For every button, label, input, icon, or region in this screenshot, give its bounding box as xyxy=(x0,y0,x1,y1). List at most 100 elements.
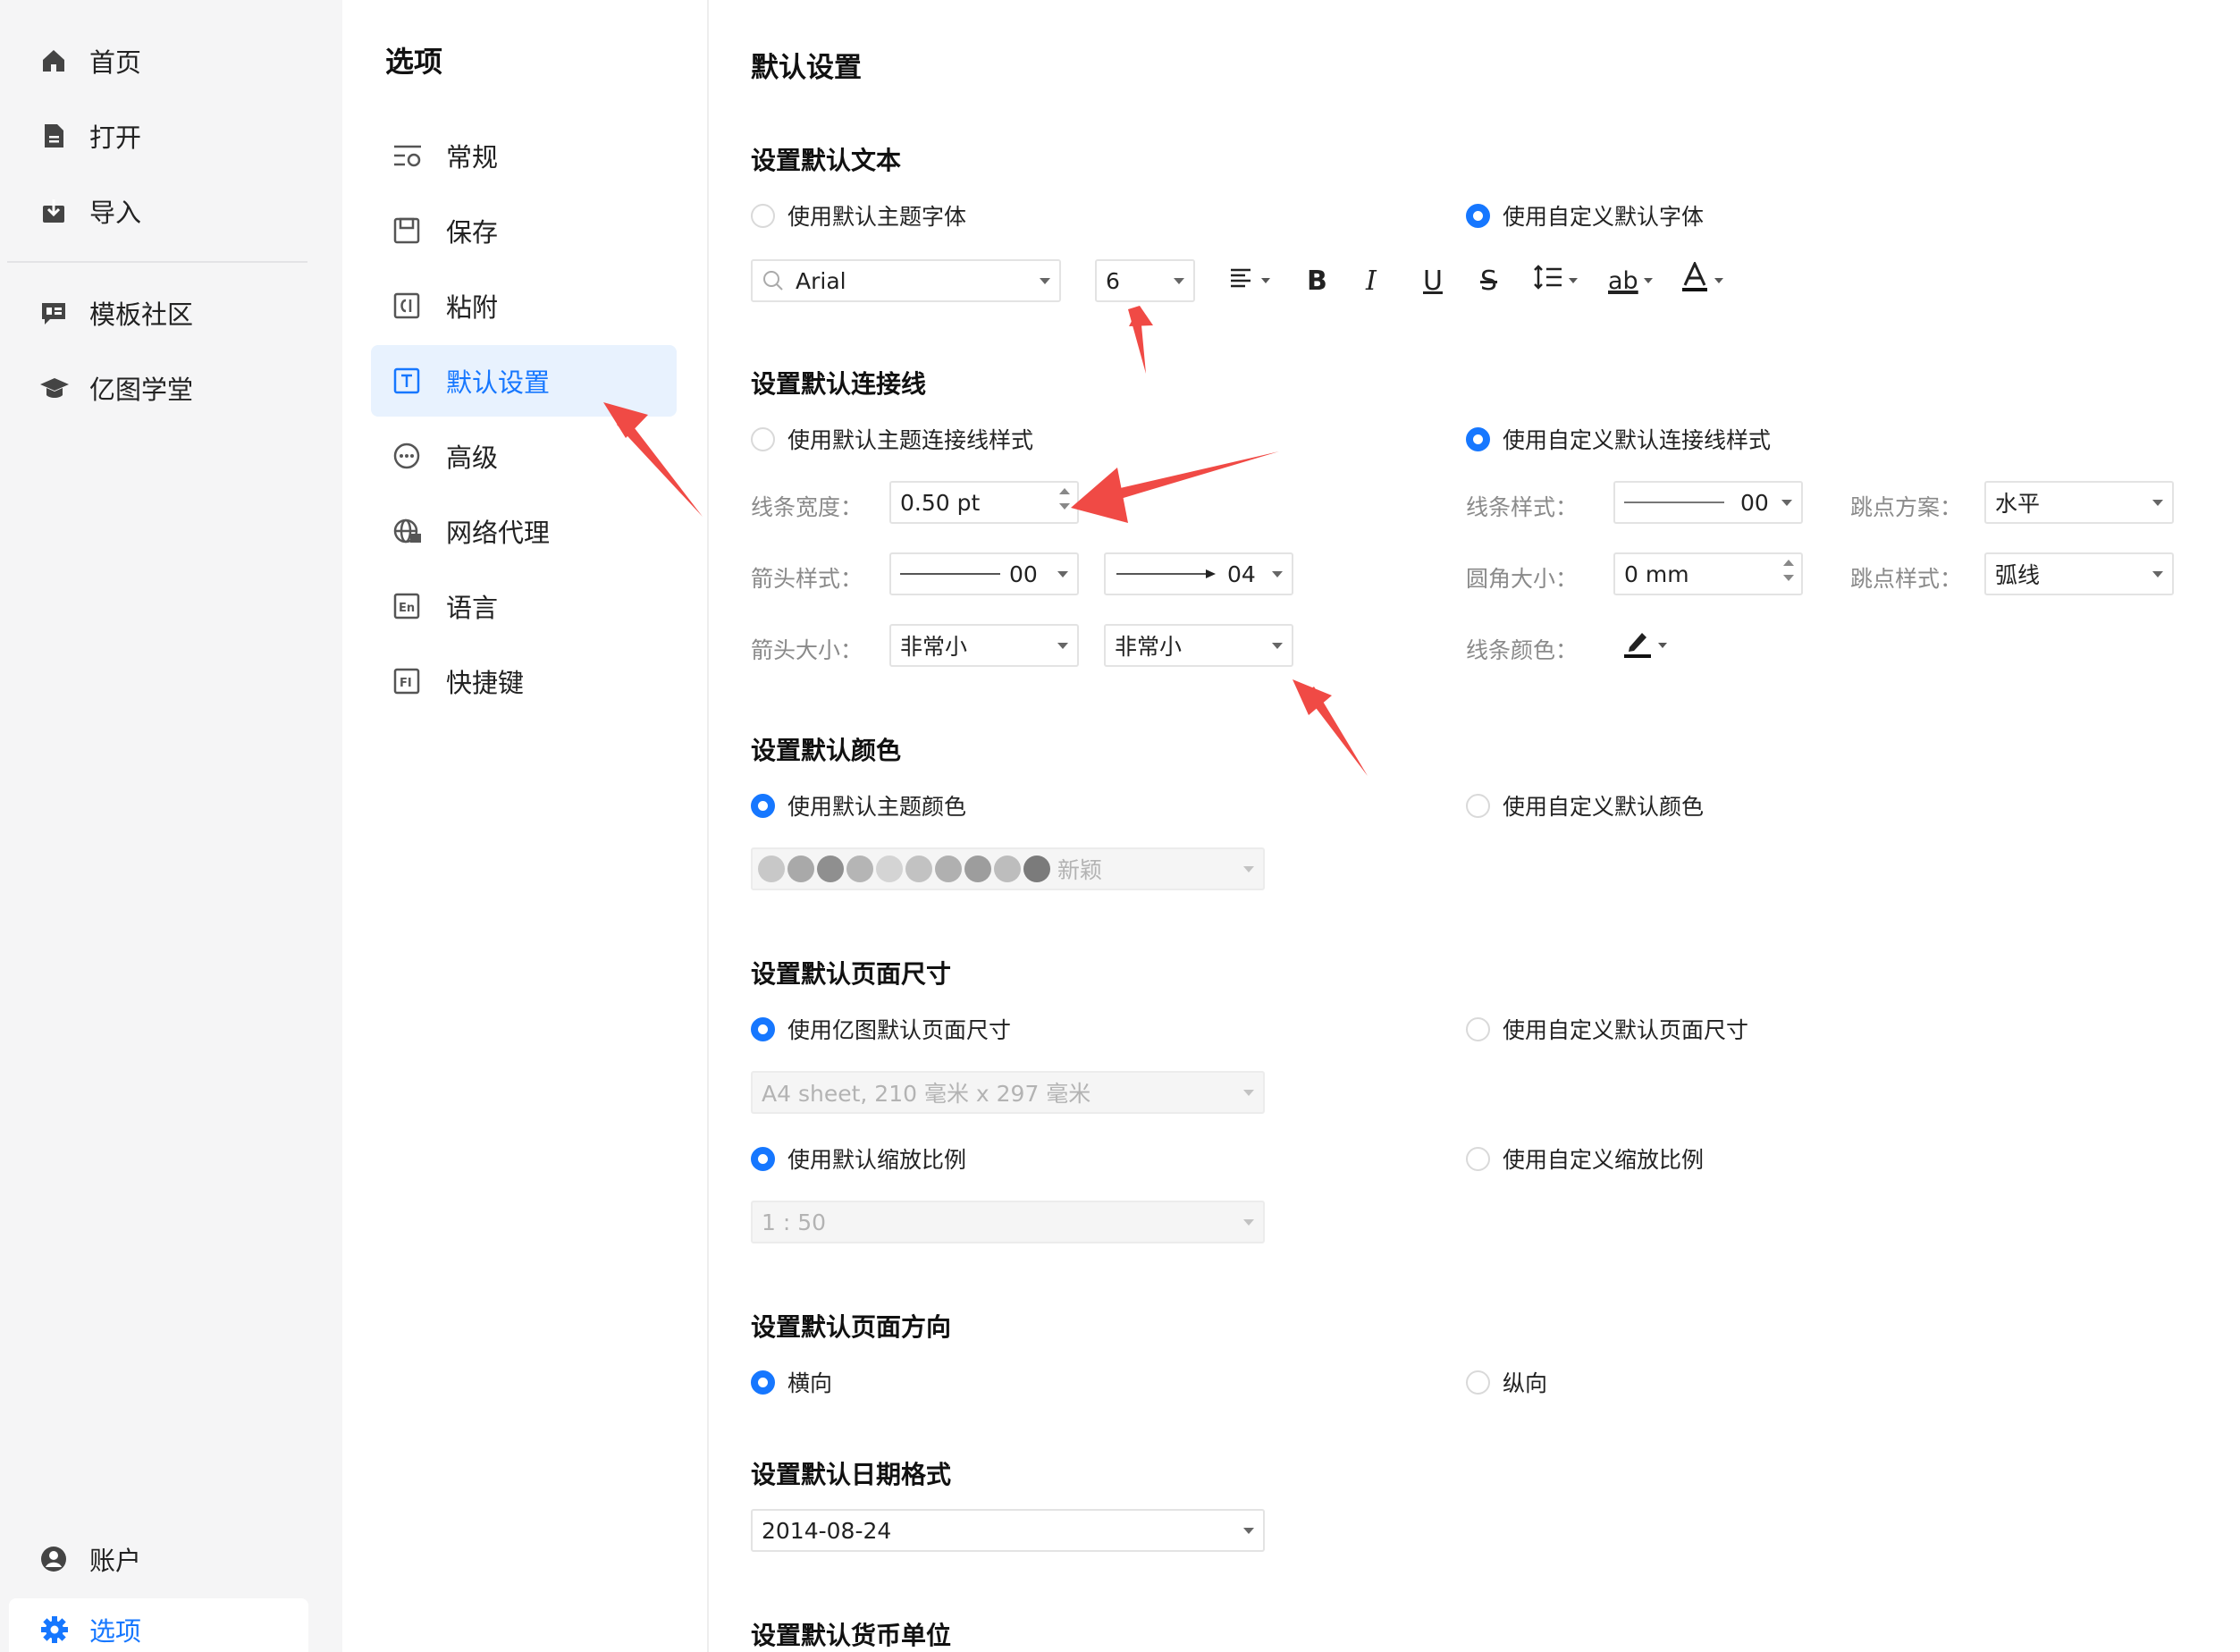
chevron-down-icon xyxy=(2152,571,2163,577)
radio-custom-color[interactable]: 使用自定义默认颜色 xyxy=(1466,789,1704,822)
radio-default-page-size-label: 使用亿图默认页面尺寸 xyxy=(787,1017,1012,1043)
color-swatch xyxy=(787,856,814,882)
menu-item-snap[interactable]: 粘附 xyxy=(371,270,677,341)
options-menu: 选项 常规 保存 粘附 默认设置 高级 网络代理 En 语言 FI 快捷键 xyxy=(342,0,709,1652)
spinner-arrows-icon[interactable] xyxy=(1783,560,1794,581)
line-preview-icon xyxy=(900,573,1000,575)
radio-theme-connector[interactable]: 使用默认主题连接线样式 xyxy=(751,423,1033,455)
line-style-select[interactable]: 00 xyxy=(1613,481,1803,524)
menu-item-default-settings-label: 默认设置 xyxy=(446,367,551,398)
menu-item-shortcuts[interactable]: FI 快捷键 xyxy=(371,645,677,717)
section-default-text: 设置默认文本 xyxy=(751,146,902,175)
radio-custom-font[interactable]: 使用自定义默认字体 xyxy=(1466,199,1704,232)
chevron-down-icon xyxy=(1272,571,1283,577)
radio-custom-page-size[interactable]: 使用自定义默认页面尺寸 xyxy=(1466,1013,1748,1045)
chevron-down-icon xyxy=(1057,643,1068,649)
language-icon: En xyxy=(392,588,446,624)
color-swatch xyxy=(758,856,785,882)
font-color-button[interactable] xyxy=(1680,259,1723,302)
section-default-page-size: 设置默认页面尺寸 xyxy=(751,959,952,989)
line-color-button[interactable] xyxy=(1622,628,1667,663)
left-navigation: 首页 打开 导入 模板社区 亿图学堂 账户 选项 xyxy=(0,0,342,1652)
line-width-input[interactable]: 0.50 pt xyxy=(889,481,1079,524)
spinner-arrows-icon[interactable] xyxy=(1059,488,1070,510)
line-spacing-button[interactable] xyxy=(1533,259,1578,302)
font-size-select[interactable]: 6 xyxy=(1095,259,1195,302)
radio-theme-color[interactable]: 使用默认主题颜色 xyxy=(751,789,966,822)
nav-options[interactable]: 选项 xyxy=(9,1598,308,1652)
arrow-size-end-select[interactable]: 非常小 xyxy=(1104,624,1293,667)
italic-button[interactable]: I xyxy=(1366,259,1377,302)
chevron-down-icon xyxy=(1174,278,1184,284)
radio-theme-font[interactable]: 使用默认主题字体 xyxy=(751,199,966,232)
nav-open-label: 打开 xyxy=(89,122,142,153)
color-swatches xyxy=(758,856,1050,882)
nav-open[interactable]: 打开 xyxy=(9,100,308,172)
bold-button[interactable]: B xyxy=(1307,259,1327,302)
jump-scheme-select[interactable]: 水平 xyxy=(1984,481,2174,524)
underline-button[interactable]: U xyxy=(1423,259,1443,302)
scale-select[interactable]: 1 : 50 xyxy=(751,1201,1265,1243)
nav-home[interactable]: 首页 xyxy=(9,25,308,97)
text-box-icon xyxy=(392,363,446,399)
text-highlight-button[interactable]: ab xyxy=(1608,259,1653,302)
radio-landscape[interactable]: 横向 xyxy=(751,1366,832,1398)
nav-account-label: 账户 xyxy=(89,1546,142,1576)
radio-portrait-label: 纵向 xyxy=(1503,1370,1548,1396)
radio-custom-page-size-label: 使用自定义默认页面尺寸 xyxy=(1503,1017,1749,1043)
line-style-value: 00 xyxy=(1740,489,1769,516)
color-swatch xyxy=(876,856,903,882)
nav-home-label: 首页 xyxy=(89,47,142,78)
color-swatch xyxy=(846,856,873,882)
nav-academy[interactable]: 亿图学堂 xyxy=(9,352,308,424)
chevron-down-icon xyxy=(1272,643,1283,649)
radio-dot xyxy=(751,203,775,228)
radio-dot-selected xyxy=(751,1370,775,1395)
radio-custom-connector[interactable]: 使用自定义默认连接线样式 xyxy=(1466,423,1771,455)
jump-style-select[interactable]: 弧线 xyxy=(1984,552,2174,595)
radio-default-scale[interactable]: 使用默认缩放比例 xyxy=(751,1142,966,1175)
menu-item-default-settings[interactable]: 默认设置 xyxy=(371,345,677,417)
home-icon xyxy=(39,43,89,79)
nav-import[interactable]: 导入 xyxy=(9,175,308,247)
section-default-color: 设置默认颜色 xyxy=(751,736,902,765)
color-palette-select[interactable]: 新颖 xyxy=(751,847,1265,890)
page-size-select[interactable]: A4 sheet, 210 毫米 x 297 毫米 xyxy=(751,1071,1265,1114)
menu-item-save[interactable]: 保存 xyxy=(371,195,677,266)
arrow-end-select[interactable]: 04 xyxy=(1104,552,1293,595)
svg-text:FI: FI xyxy=(400,677,412,690)
italic-icon: I xyxy=(1366,265,1377,297)
arrow-end-value: 04 xyxy=(1227,560,1256,587)
arrow-start-select[interactable]: 00 xyxy=(889,552,1079,595)
line-color-label: 线条颜色： xyxy=(1466,637,1579,663)
menu-item-advanced[interactable]: 高级 xyxy=(371,420,677,492)
radio-custom-scale[interactable]: 使用自定义缩放比例 xyxy=(1466,1142,1704,1175)
app-window: 首页 打开 导入 模板社区 亿图学堂 账户 选项 选项 常规 保存 粘附 默认设… xyxy=(0,0,2240,1652)
menu-item-language[interactable]: En 语言 xyxy=(371,570,677,642)
gear-icon xyxy=(39,1612,89,1648)
date-format-select[interactable]: 2014-08-24 xyxy=(751,1509,1265,1552)
font-family-select[interactable]: Arial xyxy=(751,259,1061,302)
arrow-size-start-select[interactable]: 非常小 xyxy=(889,624,1079,667)
radio-custom-scale-label: 使用自定义缩放比例 xyxy=(1503,1147,1705,1173)
chevron-down-icon xyxy=(1057,571,1068,577)
radio-portrait[interactable]: 纵向 xyxy=(1466,1366,1547,1398)
nav-options-label: 选项 xyxy=(89,1616,142,1647)
strikethrough-icon: S xyxy=(1480,265,1498,297)
menu-item-general[interactable]: 常规 xyxy=(371,120,677,191)
line-style-label: 线条样式： xyxy=(1466,494,1579,520)
nav-template-community[interactable]: 模板社区 xyxy=(9,277,308,349)
corner-size-input[interactable]: 0 mm xyxy=(1613,552,1803,595)
menu-item-proxy[interactable]: 网络代理 xyxy=(371,495,677,567)
corner-size-label: 圆角大小： xyxy=(1466,566,1579,592)
bold-icon: B xyxy=(1307,265,1327,297)
menu-item-advanced-label: 高级 xyxy=(446,442,499,473)
align-left-icon xyxy=(1229,266,1256,297)
nav-account[interactable]: 账户 xyxy=(9,1523,308,1595)
section-default-currency: 设置默认货币单位 xyxy=(751,1621,952,1650)
strikethrough-button[interactable]: S xyxy=(1480,259,1497,302)
chevron-down-icon xyxy=(1243,866,1254,872)
radio-default-page-size[interactable]: 使用亿图默认页面尺寸 xyxy=(751,1013,1011,1045)
align-button[interactable] xyxy=(1229,259,1270,302)
arrow-start-value: 00 xyxy=(1009,560,1038,587)
